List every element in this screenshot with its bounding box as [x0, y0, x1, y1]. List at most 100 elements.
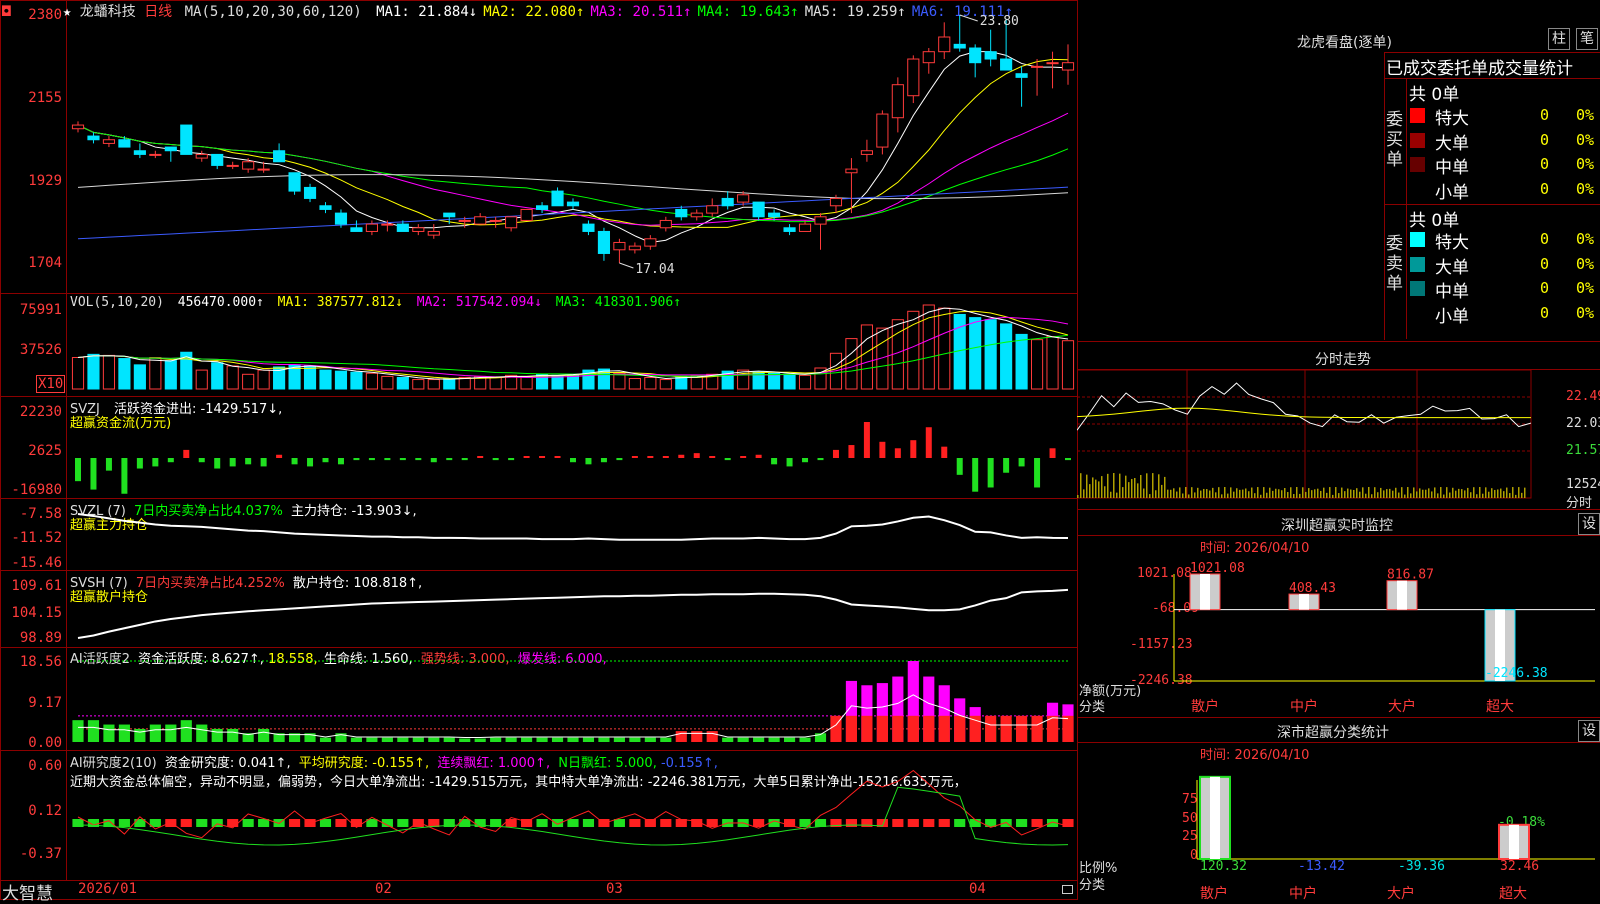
svzl-line: [77, 513, 1069, 541]
intraday-vol-bar: [1212, 487, 1214, 498]
intraday-vol-bar: [1476, 494, 1478, 498]
volume-bar: [412, 379, 425, 390]
svzj-bar: [508, 458, 515, 461]
candle-body: [628, 245, 641, 251]
ai-green-bar: [598, 737, 610, 742]
candle-body: [1046, 62, 1059, 65]
intraday-vol-bar: [1467, 487, 1469, 498]
intraday-vol-bar: [1116, 492, 1118, 498]
ai-green-bar: [72, 720, 84, 742]
research-bar: [505, 819, 517, 827]
svzj-bar: [647, 456, 654, 458]
research-bar: [1016, 819, 1028, 827]
candle-body: [505, 216, 518, 229]
ai-green-bar: [149, 724, 161, 742]
intraday-vol-bar: [1095, 479, 1097, 498]
monitor-value-label: 408.43: [1289, 581, 1336, 596]
intraday-vol-bar: [1149, 494, 1151, 498]
volume-bar: [226, 365, 239, 390]
ai-green-bar: [227, 728, 239, 742]
intraday-vol-bar: [1290, 487, 1292, 498]
research-bar: [118, 819, 130, 827]
svzj-bar: [1003, 458, 1010, 473]
intraday-vol-bar: [1272, 490, 1274, 498]
monitor-category-label: 中户: [1290, 698, 1318, 715]
svzj-bar: [678, 454, 685, 458]
research-bar: [567, 819, 579, 827]
ai-green-bar: [134, 728, 146, 742]
intraday-vol-bar: [1155, 490, 1157, 498]
svzj-bar: [771, 458, 778, 465]
svzj-bar: [245, 458, 252, 465]
intraday-vol-bar: [1119, 473, 1121, 498]
candle-body: [752, 201, 765, 218]
intraday-vol-bar: [1248, 491, 1250, 498]
volume-bar: [1061, 340, 1075, 390]
research-bar: [938, 819, 950, 827]
volume-bar: [427, 379, 440, 390]
ai-green-bar: [505, 737, 517, 742]
intraday-vol-bar: [1437, 493, 1439, 498]
candle-body: [443, 212, 456, 218]
low-marker-line: [619, 262, 634, 269]
volume-bar: [520, 375, 533, 390]
vol-ma20-line: [77, 334, 1069, 377]
svzj-bar: [368, 458, 375, 461]
candle-body: [1030, 65, 1044, 68]
intraday-vol-bar: [1176, 491, 1178, 498]
intraday-vol-bar: [1455, 490, 1457, 498]
intraday-vol-bar: [1494, 489, 1496, 498]
ai-red-bar: [938, 715, 950, 742]
volume-bar: [644, 376, 657, 390]
volume-bar: [242, 373, 255, 390]
research-bar: [459, 819, 471, 827]
ai-red-bar: [861, 715, 873, 742]
monitor-category-label: 大户: [1388, 698, 1416, 715]
volume-bar: [118, 358, 131, 390]
low-marker-label: 17.04: [635, 262, 674, 277]
ai-green-bar: [490, 737, 502, 742]
ai-green-bar: [180, 720, 192, 742]
volume-bar: [1000, 323, 1013, 390]
svzj-bar: [863, 422, 870, 458]
intraday-vol-bar: [1380, 487, 1382, 498]
svzj-bar: [167, 458, 174, 463]
candle-body: [783, 227, 796, 232]
intraday-vol-bar: [1146, 473, 1148, 498]
monitor-bar-highlight: [1397, 580, 1407, 610]
intraday-vol-bar: [1491, 488, 1493, 498]
intraday-vol-bar: [1335, 487, 1337, 498]
candle-body: [969, 47, 982, 64]
ai-green-bar: [722, 737, 734, 742]
svzj-bar: [523, 456, 530, 458]
intraday-vol-bar: [1326, 492, 1328, 498]
high-marker-label: 23.80: [980, 14, 1019, 29]
intraday-vol-bar: [1083, 489, 1085, 498]
intraday-vol-bar: [1344, 491, 1346, 498]
svzj-bar: [477, 456, 484, 458]
ai-green-bar: [319, 737, 332, 742]
volume-bar: [195, 369, 208, 390]
volume-bar: [1046, 336, 1059, 390]
candle-body: [876, 113, 889, 148]
monitor-value-label: -2246.38: [1485, 666, 1548, 681]
candle-body: [474, 216, 487, 225]
intraday-vol-bar: [1440, 487, 1442, 498]
ai-green-bar: [428, 737, 440, 742]
svzj-bar: [879, 441, 886, 458]
volume-bar: [458, 376, 471, 390]
research-bar: [613, 819, 625, 827]
intraday-frame: [1077, 369, 1532, 499]
svzj-bar: [693, 453, 700, 458]
svzj-bar: [972, 458, 979, 492]
intraday-vol-bar: [1089, 484, 1091, 498]
intraday-vol-bar: [1449, 492, 1451, 498]
candle-body: [319, 205, 332, 210]
research-bar: [196, 819, 208, 827]
intraday-vol-bar: [1485, 487, 1487, 498]
candle-body: [365, 223, 378, 232]
intraday-vol-bar: [1416, 491, 1418, 498]
research-bar: [660, 819, 672, 827]
intraday-vol-bar: [1365, 493, 1367, 498]
volume-bar: [659, 379, 672, 390]
